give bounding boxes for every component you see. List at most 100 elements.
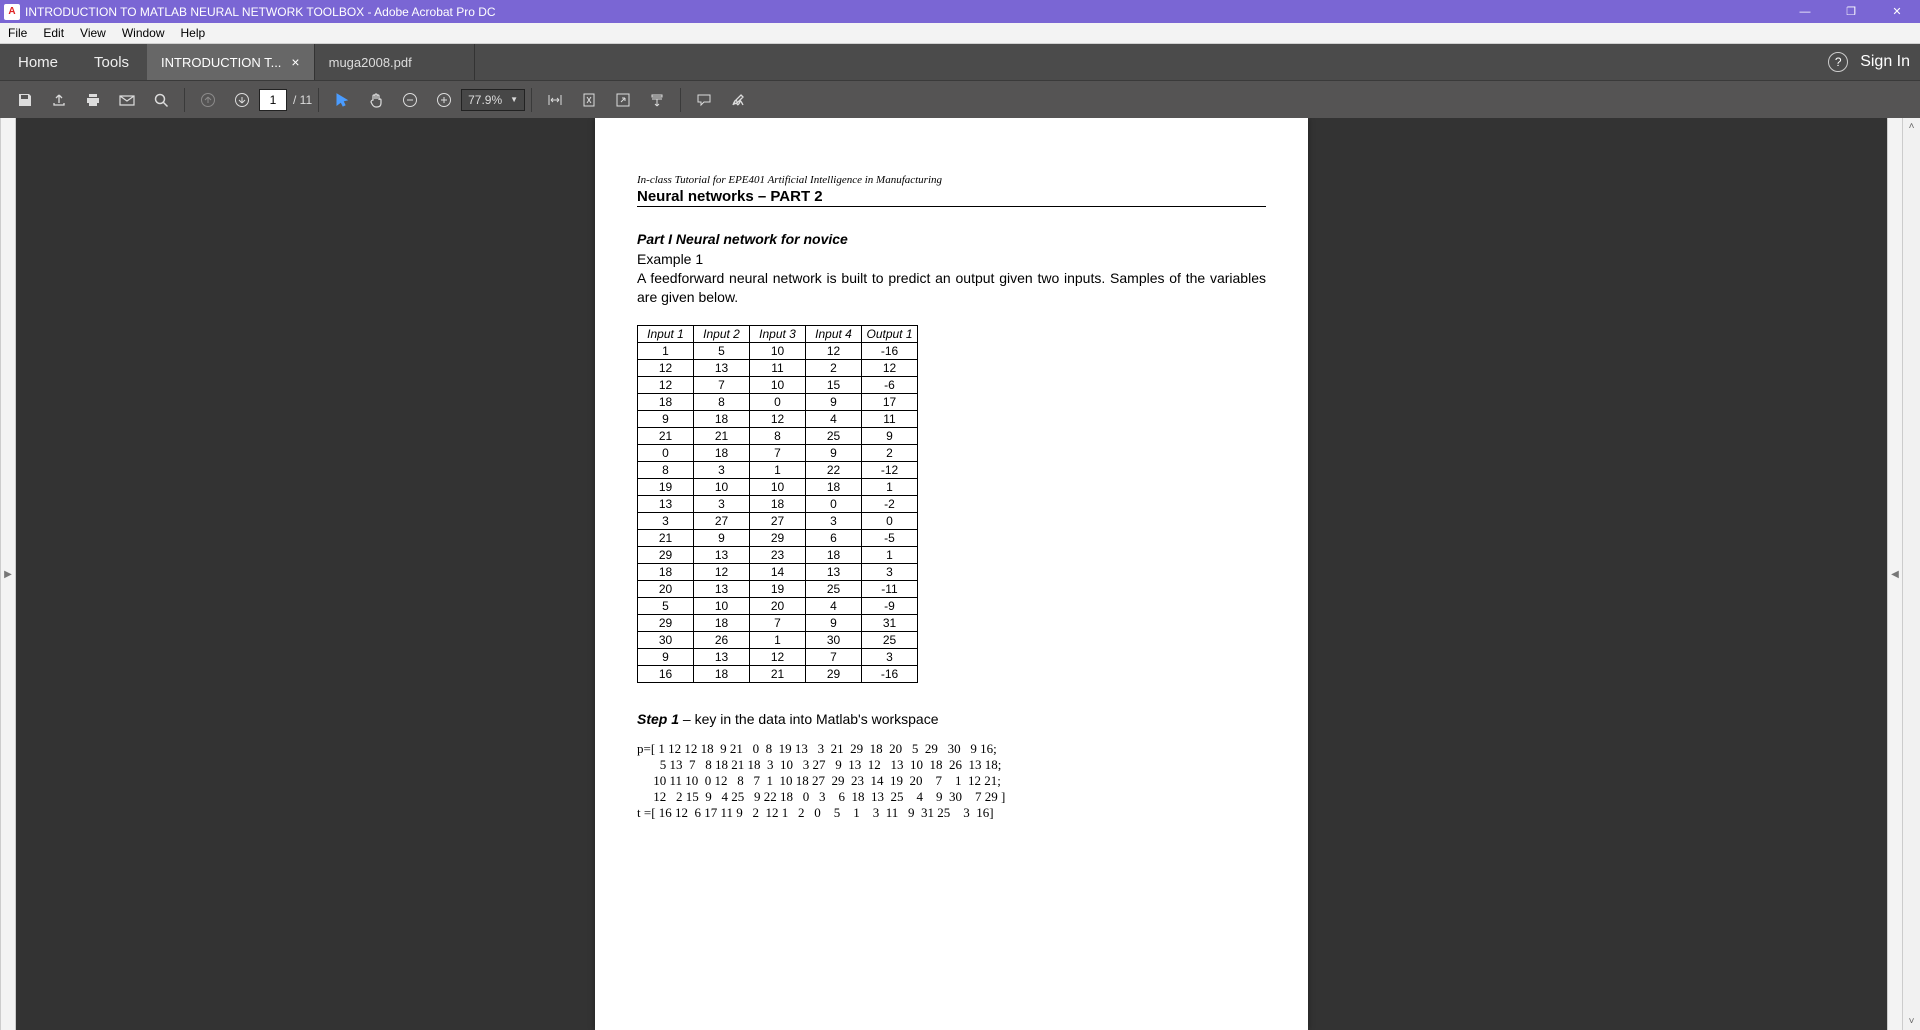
toolbar: / 11 77.9% ▼	[0, 80, 1920, 118]
nav-home[interactable]: Home	[0, 44, 76, 80]
table-cell: 31	[862, 614, 918, 631]
document-tab-inactive[interactable]: muga2008.pdf	[315, 44, 475, 80]
close-window-button[interactable]: ✕	[1874, 0, 1920, 23]
table-cell: 13	[638, 495, 694, 512]
email-icon[interactable]	[112, 85, 142, 115]
comment-icon[interactable]	[689, 85, 719, 115]
example-description: A feedforward neural network is built to…	[637, 269, 1266, 307]
sign-icon[interactable]	[723, 85, 753, 115]
zoom-in-icon[interactable]	[429, 85, 459, 115]
zoom-level-select[interactable]: 77.9% ▼	[461, 89, 525, 111]
code-block: p=[ 1 12 12 18 9 21 0 8 19 13 3 21 29 18…	[637, 741, 1266, 821]
table-cell: 11	[750, 359, 806, 376]
page-number-input[interactable]	[259, 89, 287, 111]
read-mode-icon[interactable]	[642, 85, 672, 115]
table-cell: 13	[806, 563, 862, 580]
table-cell: 21	[638, 427, 694, 444]
table-row: 121311212	[638, 359, 918, 376]
table-cell: 5	[638, 597, 694, 614]
search-icon[interactable]	[146, 85, 176, 115]
table-cell: 1	[862, 478, 918, 495]
help-icon[interactable]: ?	[1828, 52, 1848, 72]
table-cell: 2	[806, 359, 862, 376]
table-header-cell: Output 1	[862, 325, 918, 342]
table-cell: -9	[862, 597, 918, 614]
table-cell: 13	[694, 359, 750, 376]
table-cell: -6	[862, 376, 918, 393]
vertical-scrollbar[interactable]: ˄ ˅	[1903, 118, 1920, 1030]
menu-edit[interactable]: Edit	[35, 25, 72, 41]
hand-tool-icon[interactable]	[361, 85, 391, 115]
tab-close-icon[interactable]: ×	[291, 54, 299, 70]
maximize-button[interactable]: ❐	[1828, 0, 1874, 23]
minimize-button[interactable]: —	[1782, 0, 1828, 23]
table-cell: 29	[638, 614, 694, 631]
table-row: 018792	[638, 444, 918, 461]
right-panel-toggle[interactable]: ◀	[1887, 118, 1903, 1030]
page-down-icon[interactable]	[227, 85, 257, 115]
table-row: 133180-2	[638, 495, 918, 512]
cloud-icon[interactable]	[44, 85, 74, 115]
zoom-out-icon[interactable]	[395, 85, 425, 115]
fit-width-icon[interactable]	[540, 85, 570, 115]
table-cell: -16	[862, 665, 918, 682]
table-cell: 12	[638, 359, 694, 376]
table-row: 16182129-16	[638, 665, 918, 682]
menu-file[interactable]: File	[0, 25, 35, 41]
table-cell: 15	[806, 376, 862, 393]
fit-page-icon[interactable]	[574, 85, 604, 115]
table-cell: 7	[694, 376, 750, 393]
step-1: Step 1 – key in the data into Matlab's w…	[637, 711, 1266, 727]
table-cell: 9	[806, 393, 862, 410]
table-row: 219296-5	[638, 529, 918, 546]
selection-tool-icon[interactable]	[327, 85, 357, 115]
table-cell: 3	[862, 648, 918, 665]
table-row: 181214133	[638, 563, 918, 580]
table-row: 29187931	[638, 614, 918, 631]
table-cell: 18	[638, 393, 694, 410]
table-cell: 0	[806, 495, 862, 512]
fullscreen-icon[interactable]	[608, 85, 638, 115]
table-cell: 30	[806, 631, 862, 648]
nav-tools[interactable]: Tools	[76, 44, 147, 80]
scroll-up-icon[interactable]: ˄	[1903, 118, 1920, 135]
table-cell: 10	[694, 597, 750, 614]
table-cell: 8	[694, 393, 750, 410]
menu-help[interactable]: Help	[173, 25, 214, 41]
table-cell: 9	[638, 648, 694, 665]
menu-view[interactable]: View	[72, 25, 114, 41]
table-cell: 25	[806, 427, 862, 444]
page-up-icon[interactable]	[193, 85, 223, 115]
table-cell: 12	[638, 376, 694, 393]
menu-window[interactable]: Window	[114, 25, 173, 41]
table-cell: 26	[694, 631, 750, 648]
table-cell: 21	[694, 427, 750, 444]
table-cell: 18	[694, 410, 750, 427]
document-area[interactable]: In-class Tutorial for EPE401 Artificial …	[16, 118, 1887, 1030]
print-icon[interactable]	[78, 85, 108, 115]
menubar: File Edit View Window Help	[0, 23, 1920, 44]
table-row: 20131925-11	[638, 580, 918, 597]
table-cell: 29	[638, 546, 694, 563]
table-cell: 5	[694, 342, 750, 359]
table-cell: 10	[750, 342, 806, 359]
table-cell: 3	[806, 512, 862, 529]
table-cell: 9	[638, 410, 694, 427]
step-1-label: Step 1	[637, 711, 679, 727]
table-cell: 30	[638, 631, 694, 648]
tab-label: INTRODUCTION T...	[161, 55, 281, 70]
table-cell: 19	[750, 580, 806, 597]
table-cell: 13	[694, 546, 750, 563]
left-panel-toggle[interactable]: ▶	[0, 118, 16, 1030]
document-viewport: ▶ In-class Tutorial for EPE401 Artificia…	[0, 118, 1920, 1030]
scroll-down-icon[interactable]: ˅	[1903, 1013, 1920, 1030]
table-header-cell: Input 3	[750, 325, 806, 342]
sign-in-link[interactable]: Sign In	[1860, 53, 1910, 71]
document-tab-active[interactable]: INTRODUCTION T... ×	[147, 44, 315, 80]
table-cell: 0	[638, 444, 694, 461]
page-total-label: / 11	[293, 93, 312, 107]
chevron-down-icon: ▼	[510, 95, 518, 104]
table-cell: 18	[750, 495, 806, 512]
table-cell: 20	[750, 597, 806, 614]
save-icon[interactable]	[10, 85, 40, 115]
